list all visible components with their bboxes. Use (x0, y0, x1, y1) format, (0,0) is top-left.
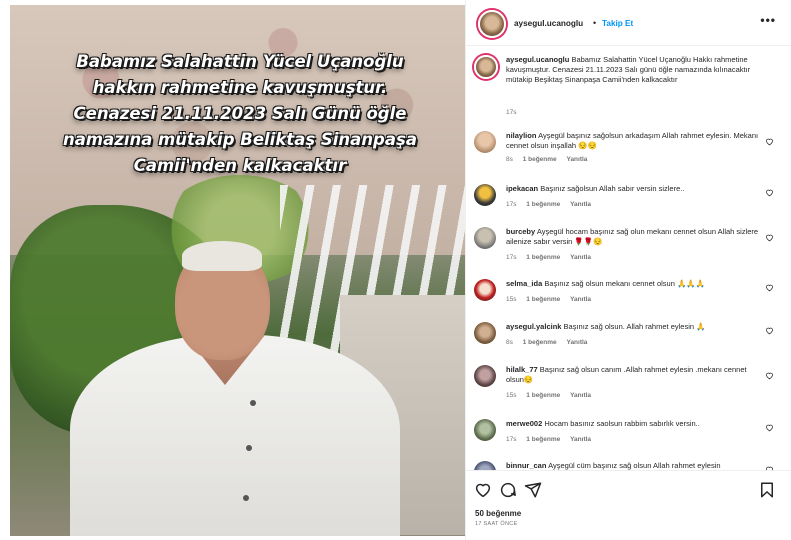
comment-heart-icon[interactable] (765, 371, 774, 380)
post-actions: 50 beğenme 17 SAAT ÖNCE (466, 470, 791, 540)
caption-username[interactable]: aysegul.ucanoglu (506, 55, 569, 64)
comment-likes[interactable]: 1 beğenme (526, 436, 560, 443)
comment-icon[interactable] (499, 481, 517, 499)
comment-heart-icon[interactable] (765, 283, 774, 292)
reply-button[interactable]: Yanıtla (566, 339, 587, 346)
shirt-button (243, 495, 249, 501)
comment-body: Hocam basınız saolsun rabbim sabırlık ve… (544, 419, 700, 428)
commenter-avatar[interactable] (474, 131, 496, 153)
comment-likes[interactable]: 1 beğenme (526, 392, 560, 399)
comment-time: 15s (506, 392, 517, 399)
comment-likes[interactable]: 1 beğenme (523, 339, 557, 346)
comment-username[interactable]: aysegul.yalcink (506, 322, 561, 331)
comment-body: Başınız sağ olsun. Allah rahmet eylesin … (563, 322, 706, 331)
post-timestamp: 17 SAAT ÖNCE (475, 521, 518, 527)
person-hair (182, 241, 262, 271)
comment-heart-icon[interactable] (765, 233, 774, 242)
comment-username[interactable]: binnur_can (506, 461, 546, 470)
caption-line: Camii'nden kalkacaktır (133, 156, 347, 175)
comment-time: 15s (506, 296, 517, 303)
caption-line: hakkın rahmetine kavuşmuştur. (92, 78, 388, 97)
comment-meta: 8s 1 beğenme Yanıtla (506, 339, 595, 346)
comment-body: Başınız sağ olsun canım .Allah rahmet ey… (506, 365, 747, 384)
comments-list[interactable]: aysegul.ucanoglu Babamız Salahattin Yüce… (466, 47, 791, 470)
caption-line: namazına mütakip Beliktaş Sinanpaşa (63, 130, 417, 149)
comment-body: Başınız sağolsun Allah sabır versin sizl… (540, 184, 685, 193)
comment-time: 8s (506, 339, 513, 346)
comment-time: 8s (506, 156, 513, 163)
comment-body: Ayşegül hocam başınız sağ olun mekanı ce… (506, 227, 759, 246)
author-username[interactable]: aysegul.ucanoglu (514, 19, 583, 28)
post-header: aysegul.ucanoglu • Takip Et ••• (466, 0, 791, 46)
comment-text: ipekacan Başınız sağolsun Allah sabır ve… (506, 184, 766, 194)
more-options-icon[interactable]: ••• (760, 13, 776, 27)
bookmark-icon[interactable] (758, 481, 776, 499)
share-icon[interactable] (524, 481, 542, 499)
comment-time: 17s (506, 254, 517, 261)
comment-meta: 8s 1 beğenme Yanıtla (506, 156, 595, 163)
post-viewer: Babamız Salahattin Yücel Uçanoğlu hakkın… (0, 0, 791, 540)
post-sidebar: aysegul.ucanoglu • Takip Et ••• aysegul.… (465, 0, 791, 540)
comment-heart-icon[interactable] (765, 137, 774, 146)
shirt-button (250, 400, 256, 406)
comment-username[interactable]: ipekacan (506, 184, 538, 193)
comment-username[interactable]: burceby (506, 227, 535, 236)
comment-text: merwe002 Hocam basınız saolsun rabbim sa… (506, 419, 766, 429)
comment-text: aysegul.yalcink Başınız sağ olsun. Allah… (506, 322, 766, 332)
caption-time: 17s (506, 109, 517, 116)
comment-text: selma_ida Başınız sağ olsun mekanı cenne… (506, 279, 766, 289)
comment-username[interactable]: nilaylion (506, 131, 536, 140)
reply-button[interactable]: Yanıtla (570, 436, 591, 443)
image-caption: Babamız Salahattin Yücel Uçanoğlu hakkın… (25, 49, 455, 179)
follow-button[interactable]: Takip Et (602, 19, 633, 28)
comment-time: 17s (506, 201, 517, 208)
comment-likes[interactable]: 1 beğenme (526, 201, 560, 208)
shirt-button (246, 445, 252, 451)
heart-icon[interactable] (474, 481, 492, 499)
comment-meta: 17s 1 beğenme Yanıtla (506, 201, 599, 208)
author-avatar[interactable] (474, 55, 498, 79)
comment-meta: 17s 1 beğenme Yanıtla (506, 254, 599, 261)
comment-meta: 15s 1 beğenme Yanıtla (506, 296, 599, 303)
comment-heart-icon[interactable] (765, 326, 774, 335)
comment-heart-icon[interactable] (765, 188, 774, 197)
comment-body: Ayşegül başınız sağolsun arkadaşım Allah… (506, 131, 759, 150)
commenter-avatar[interactable] (474, 322, 496, 344)
comment-heart-icon[interactable] (765, 423, 774, 432)
comment-text: burceby Ayşegül hocam başınız sağ olun m… (506, 227, 766, 247)
commenter-avatar[interactable] (474, 227, 496, 249)
separator-dot: • (593, 18, 597, 28)
commenter-avatar[interactable] (474, 279, 496, 301)
commenter-avatar[interactable] (474, 184, 496, 206)
caption-line: Babamız Salahattin Yücel Uçanoğlu (76, 52, 404, 71)
comment-likes[interactable]: 1 beğenme (526, 296, 560, 303)
comment-text: hilalk_77 Başınız sağ olsun canım .Allah… (506, 365, 766, 385)
comment-likes[interactable]: 1 beğenme (523, 156, 557, 163)
comment-likes[interactable]: 1 beğenme (526, 254, 560, 261)
comment-username[interactable]: hilalk_77 (506, 365, 538, 374)
reply-button[interactable]: Yanıtla (570, 201, 591, 208)
like-count[interactable]: 50 beğenme (475, 509, 521, 518)
commenter-avatar[interactable] (474, 461, 496, 470)
comment-text: nilaylion Ayşegül başınız sağolsun arkad… (506, 131, 766, 151)
caption-line: Cenazesi 21.11.2023 Salı Günü öğle (73, 104, 407, 123)
comment-text: binnur_can Ayşegül cüm başınız sağ olsun… (506, 461, 766, 470)
comment-body: Ayşegül cüm başınız sağ olsun Allah rahm… (548, 461, 721, 470)
comment-username[interactable]: merwe002 (506, 419, 542, 428)
comment-username[interactable]: selma_ida (506, 279, 542, 288)
post-image[interactable]: Babamız Salahattin Yücel Uçanoğlu hakkın… (10, 5, 465, 536)
comment-meta: 17s 1 beğenme Yanıtla (506, 436, 599, 443)
comment-meta: 15s 1 beğenme Yanıtla (506, 392, 599, 399)
comment-time: 17s (506, 436, 517, 443)
reply-button[interactable]: Yanıtla (570, 296, 591, 303)
caption-text: aysegul.ucanoglu Babamız Salahattin Yüce… (506, 55, 766, 85)
reply-button[interactable]: Yanıtla (566, 156, 587, 163)
caption-meta: 17s (506, 109, 524, 116)
comment-body: Başınız sağ olsun mekanı cennet olsun 🙏🙏… (544, 279, 705, 288)
reply-button[interactable]: Yanıtla (570, 392, 591, 399)
commenter-avatar[interactable] (474, 419, 496, 441)
reply-button[interactable]: Yanıtla (570, 254, 591, 261)
commenter-avatar[interactable] (474, 365, 496, 387)
author-avatar[interactable] (478, 10, 506, 38)
